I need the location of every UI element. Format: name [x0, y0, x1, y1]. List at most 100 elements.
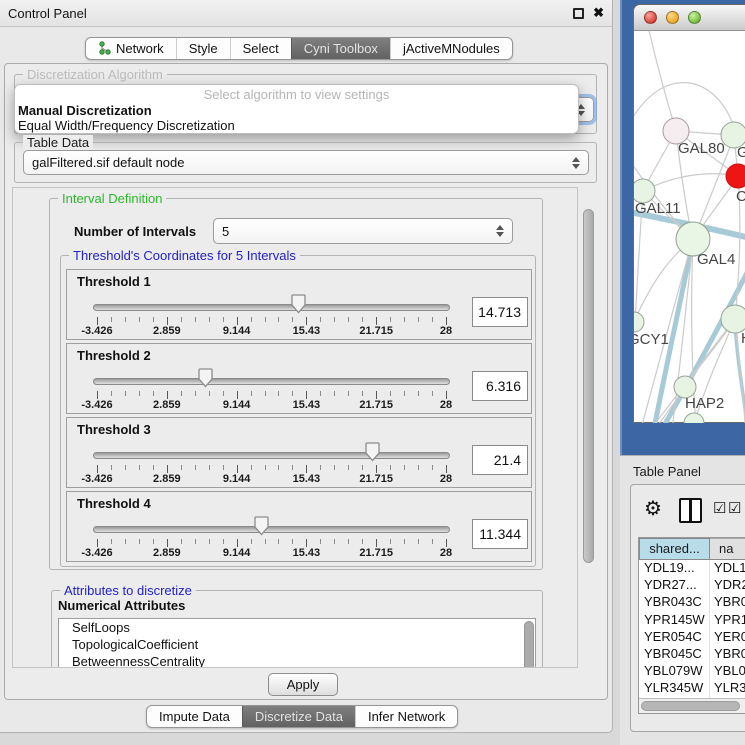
network-node-gcy1[interactable]: [634, 312, 644, 332]
slider-tick: [362, 465, 363, 470]
gear-icon[interactable]: ⚙: [644, 496, 662, 521]
number-of-intervals-value: 5: [222, 224, 229, 239]
node-table: shared... na YDL19...YDL1YDR27...YDR2YBR…: [638, 537, 745, 714]
tab-style[interactable]: Style: [176, 38, 230, 59]
tab-cyni-toolbox[interactable]: Cyni Toolbox: [291, 38, 390, 59]
table-row[interactable]: YLR345WYLR3: [639, 680, 745, 697]
cyni-toolbox-panel: Discretization Algorithm Select algorith…: [4, 63, 608, 700]
tab-discretize-data[interactable]: Discretize Data: [242, 706, 355, 727]
table-row[interactable]: YBR045CYBR0: [639, 646, 745, 663]
slider-tick: [404, 539, 405, 544]
algorithm-option[interactable]: Equal Width/Frequency Discretization: [15, 118, 578, 133]
attributes-label: Attributes to discretize: [60, 583, 196, 598]
tab-network[interactable]: Network: [86, 38, 176, 59]
slider-tick: [390, 465, 391, 470]
slider-tick: [223, 465, 224, 470]
apply-button[interactable]: Apply: [268, 673, 338, 696]
slider-track[interactable]: [93, 526, 450, 533]
slider-tick: [418, 317, 419, 322]
slider-thumb[interactable]: [364, 442, 381, 462]
network-node-c[interactable]: [726, 164, 745, 188]
attribute-list-item[interactable]: SelfLoops: [59, 619, 535, 636]
slider-thumb[interactable]: [197, 368, 214, 388]
table-horizontal-scrollbar[interactable]: [639, 698, 745, 713]
checkbox-checked-icon[interactable]: ☑: [713, 499, 726, 517]
network-desktop: GAL80GACGAL11GAL4GCY1HHAP2: [620, 0, 745, 455]
slider-tick: [348, 465, 349, 470]
slider-thumb[interactable]: [253, 516, 270, 536]
slider-tick: [125, 465, 126, 470]
attributes-scrollbar[interactable]: [524, 621, 534, 668]
cell-name: YPR1: [710, 612, 745, 629]
attribute-list-item[interactable]: BetweennessCentrality: [59, 653, 535, 668]
panel-scrollbar[interactable]: [582, 187, 596, 668]
tick-label: 15.43: [293, 399, 321, 411]
cell-name: YBR0: [710, 594, 745, 611]
table-row[interactable]: YBL079WYBL0: [639, 663, 745, 680]
cell-name: YDR2: [710, 577, 745, 594]
threshold-value-field[interactable]: 14.713: [472, 297, 528, 327]
slider-tick: [376, 391, 377, 399]
tick-label: 28: [440, 547, 452, 559]
combo-arrows-icon: [572, 157, 580, 169]
node-label: HAP2: [685, 395, 724, 412]
table-hscroll-thumb[interactable]: [641, 701, 740, 711]
slider-track[interactable]: [93, 452, 450, 459]
slider-tick: [251, 391, 252, 396]
column-header-shared-name[interactable]: shared...: [639, 538, 710, 560]
threshold-value-field[interactable]: 11.344: [472, 519, 528, 549]
slider-tick: [237, 391, 238, 399]
minimize-traffic-light-icon[interactable]: [666, 11, 679, 24]
network-node[interactable]: [684, 413, 704, 423]
slider-thumb[interactable]: [290, 294, 307, 314]
slider-tick: [292, 391, 293, 396]
threshold-value-field[interactable]: 6.316: [472, 371, 528, 401]
checkbox-checked-icon[interactable]: ☑: [728, 499, 741, 517]
table-row[interactable]: YER054CYER0: [639, 629, 745, 646]
algorithm-dropdown-popup: Select algorithm to view settings Manual…: [14, 84, 579, 134]
table-panel-area: Table Panel ⚙ ☑ ☑ shared... na YDL19...Y…: [620, 455, 745, 745]
threshold-value-field[interactable]: 21.4: [472, 445, 528, 475]
algorithm-option[interactable]: Manual Discretization: [15, 103, 578, 118]
attribute-list-item[interactable]: TopologicalCoefficient: [59, 636, 535, 653]
network-window-titlebar[interactable]: [634, 5, 745, 31]
column-header-name[interactable]: na: [710, 538, 745, 560]
slider-tick: [432, 317, 433, 322]
tab-impute-data[interactable]: Impute Data: [147, 706, 242, 727]
slider-tick: [265, 539, 266, 544]
slider-tick: [223, 391, 224, 396]
network-node-h[interactable]: [721, 305, 745, 333]
table-row[interactable]: YDL19...YDL1: [639, 560, 745, 577]
slider-tick: [237, 539, 238, 547]
network-canvas[interactable]: GAL80GACGAL11GAL4GCY1HHAP2: [634, 31, 745, 423]
slider-track[interactable]: [93, 304, 450, 311]
float-window-icon[interactable]: [573, 8, 584, 19]
tab-jactivemnodules[interactable]: jActiveMNodules: [390, 38, 512, 59]
tick-label: 21.715: [359, 547, 393, 559]
close-icon[interactable]: ✖: [593, 5, 604, 21]
table-data-combo[interactable]: galFiltered.sif default node: [23, 150, 589, 175]
number-of-intervals-combo[interactable]: 5: [213, 218, 513, 244]
slider-tick: [376, 539, 377, 547]
threshold-title: Threshold 3: [77, 422, 151, 437]
slider-tick: [97, 391, 98, 399]
slider-tick: [209, 391, 210, 396]
table-row[interactable]: YBR043CYBR0: [639, 594, 745, 611]
slider-tick: [167, 539, 168, 547]
columns-icon[interactable]: [679, 498, 702, 523]
slider-tick: [153, 465, 154, 470]
table-row[interactable]: YPR145WYPR1: [639, 612, 745, 629]
slider-track[interactable]: [93, 378, 450, 385]
tab-select[interactable]: Select: [230, 38, 291, 59]
tick-label: 2.859: [153, 399, 181, 411]
tab-infer-network[interactable]: Infer Network: [355, 706, 457, 727]
close-traffic-light-icon[interactable]: [644, 11, 657, 24]
slider-tick: [306, 465, 307, 473]
tick-label: -3.426: [81, 399, 112, 411]
slider-tick: [348, 391, 349, 396]
zoom-traffic-light-icon[interactable]: [688, 11, 701, 24]
threshold-coordinates-label: Threshold's Coordinates for 5 Intervals: [69, 248, 300, 263]
tab-label: Infer Network: [368, 709, 445, 724]
panel-scrollbar-thumb[interactable]: [583, 209, 594, 563]
table-row[interactable]: YDR27...YDR2: [639, 577, 745, 594]
